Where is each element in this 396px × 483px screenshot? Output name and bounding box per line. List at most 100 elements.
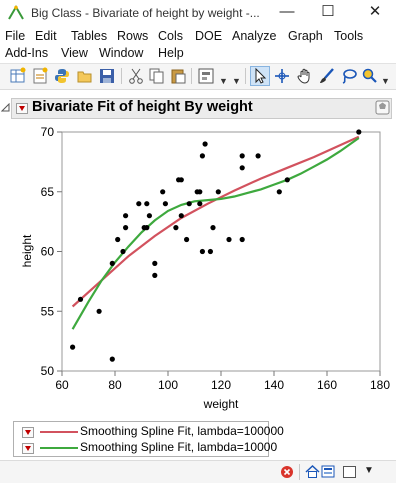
- toolbar-separator: [245, 68, 246, 84]
- data-point[interactable]: [199, 248, 205, 255]
- status-bar: ▼: [0, 460, 396, 483]
- data-point[interactable]: [184, 236, 190, 243]
- data-point[interactable]: [276, 189, 282, 195]
- data-point[interactable]: [144, 201, 150, 207]
- data-point[interactable]: [356, 129, 362, 135]
- data-point[interactable]: [239, 236, 245, 243]
- report-title: Bivariate Fit of height By weight: [32, 99, 253, 115]
- data-point[interactable]: [162, 201, 168, 207]
- x-tick-label: 160: [317, 378, 337, 392]
- maximize-button[interactable]: ☐: [311, 0, 345, 26]
- menu-tools[interactable]: Tools: [334, 29, 363, 43]
- new-data-table-icon[interactable]: [9, 67, 27, 85]
- menu-file[interactable]: File: [5, 29, 25, 43]
- data-point[interactable]: [202, 141, 208, 147]
- python-icon[interactable]: [53, 67, 71, 85]
- menu-edit[interactable]: Edit: [35, 29, 57, 43]
- status-dropdown-icon[interactable]: ▼: [364, 465, 374, 476]
- data-point[interactable]: [239, 153, 245, 159]
- jmp-app-icon: [8, 5, 24, 20]
- menu-rows[interactable]: Rows: [117, 29, 148, 43]
- toolbar-overflow-icon[interactable]: ▼: [232, 76, 241, 86]
- report-dropdown-icon[interactable]: ▼: [219, 76, 228, 86]
- disclosure-icon[interactable]: [1, 103, 10, 112]
- menu-tables[interactable]: Tables: [71, 29, 107, 43]
- menu-add-ins[interactable]: Add-Ins: [5, 46, 48, 60]
- data-point[interactable]: [144, 225, 150, 231]
- legend-item-spline-10000[interactable]: Smoothing Spline Fit, lambda=10000: [22, 440, 277, 456]
- data-point[interactable]: [96, 308, 102, 314]
- data-point[interactable]: [160, 189, 166, 195]
- y-tick-label: 55: [41, 304, 55, 318]
- spline-10000-menu-icon[interactable]: [22, 443, 34, 454]
- window-title: Big Class - Bivariate of height by weigh…: [31, 6, 260, 20]
- legend-item-spline-100000[interactable]: Smoothing Spline Fit, lambda=100000: [22, 424, 284, 440]
- y-axis: 50 55 60 65 70: [41, 125, 62, 378]
- window-checkbox[interactable]: [343, 466, 356, 478]
- menu-help[interactable]: Help: [158, 46, 184, 60]
- magnifier-tool-icon[interactable]: [361, 67, 379, 85]
- data-point[interactable]: [226, 236, 232, 243]
- menu-cols[interactable]: Cols: [158, 29, 183, 43]
- data-point[interactable]: [207, 248, 213, 255]
- crosshair-tool-icon[interactable]: [273, 67, 291, 85]
- data-point[interactable]: [146, 213, 152, 219]
- data-point[interactable]: [123, 225, 129, 231]
- data-point[interactable]: [136, 201, 142, 207]
- data-point[interactable]: [210, 225, 216, 231]
- data-point[interactable]: [186, 201, 192, 207]
- data-point[interactable]: [284, 177, 290, 183]
- copy-icon[interactable]: [148, 67, 166, 85]
- data-point[interactable]: [120, 248, 126, 255]
- title-bar: Big Class - Bivariate of height by weigh…: [0, 0, 396, 26]
- data-point[interactable]: [215, 189, 221, 195]
- magnifier-dropdown-icon[interactable]: ▼: [381, 76, 390, 86]
- data-point[interactable]: [70, 344, 76, 350]
- report-icon[interactable]: [197, 67, 215, 85]
- open-icon[interactable]: [76, 67, 94, 85]
- x-tick-label: 120: [211, 378, 231, 392]
- menu-view[interactable]: View: [61, 46, 88, 60]
- cut-icon[interactable]: [127, 67, 145, 85]
- data-point[interactable]: [197, 189, 203, 195]
- report-options-icon[interactable]: [375, 100, 390, 115]
- y-tick-label: 60: [41, 245, 55, 259]
- data-point[interactable]: [173, 225, 179, 231]
- x-tick-label: 180: [370, 378, 390, 392]
- window-list-icon[interactable]: [321, 464, 336, 479]
- menu-graph[interactable]: Graph: [288, 29, 323, 43]
- arrow-tool-icon[interactable]: [250, 66, 270, 86]
- paste-icon[interactable]: [169, 67, 187, 85]
- data-point[interactable]: [178, 213, 184, 219]
- data-point[interactable]: [123, 213, 129, 219]
- spline-100000-menu-icon[interactable]: [22, 427, 34, 438]
- data-point[interactable]: [109, 356, 115, 362]
- minimize-button[interactable]: —: [270, 0, 304, 26]
- data-point[interactable]: [115, 236, 121, 243]
- data-point[interactable]: [152, 260, 158, 266]
- legend-label: Smoothing Spline Fit, lambda=100000: [80, 424, 284, 438]
- grabber-tool-icon[interactable]: [296, 67, 314, 85]
- data-point[interactable]: [199, 153, 205, 159]
- lasso-tool-icon[interactable]: [340, 67, 358, 85]
- save-icon[interactable]: [98, 67, 116, 85]
- new-script-icon[interactable]: [31, 67, 49, 85]
- data-point[interactable]: [109, 260, 115, 266]
- red-triangle-menu-icon[interactable]: [16, 103, 28, 114]
- x-tick-label: 60: [55, 378, 69, 392]
- data-point[interactable]: [152, 272, 158, 278]
- brush-tool-icon[interactable]: [318, 67, 336, 85]
- home-icon[interactable]: [305, 464, 320, 479]
- x-tick-label: 100: [158, 378, 178, 392]
- data-point[interactable]: [178, 177, 184, 183]
- data-point[interactable]: [197, 201, 203, 207]
- data-point[interactable]: [255, 153, 261, 159]
- stop-icon[interactable]: [280, 465, 294, 479]
- close-button[interactable]: ✕: [358, 0, 392, 26]
- menu-doe[interactable]: DOE: [195, 29, 222, 43]
- menu-window[interactable]: Window: [99, 46, 143, 60]
- data-point[interactable]: [77, 296, 84, 302]
- plot-frame: [61, 131, 381, 372]
- menu-analyze[interactable]: Analyze: [232, 29, 276, 43]
- data-point[interactable]: [239, 165, 245, 171]
